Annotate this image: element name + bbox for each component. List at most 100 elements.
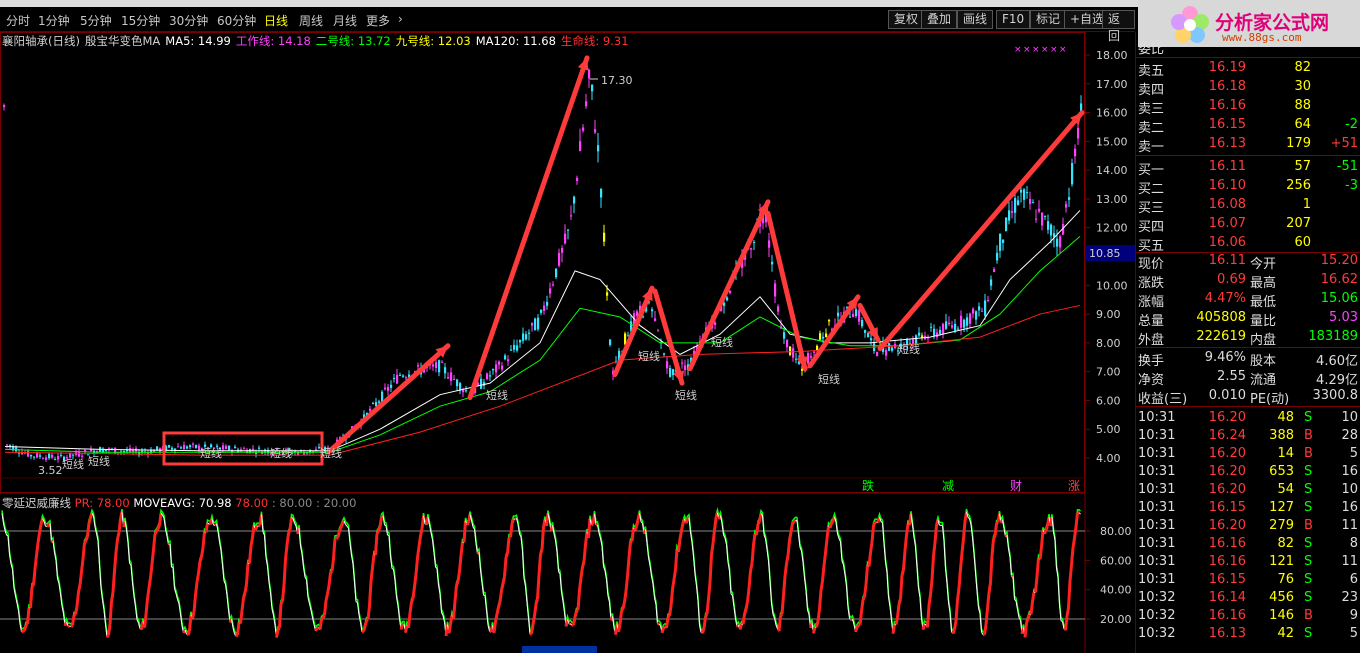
pr-up-segment xyxy=(855,624,860,629)
tick-price: 16.24 xyxy=(1208,428,1246,443)
pr-up-segment xyxy=(705,598,710,615)
indicator-name: 殷宝华变色MA xyxy=(84,34,161,48)
ask-row-2: 卖三 16.16 88 xyxy=(1136,98,1360,117)
pr-up-segment xyxy=(783,563,788,577)
pr-up-segment xyxy=(792,519,797,523)
pr-up-segment xyxy=(672,569,677,580)
pr-up-segment xyxy=(861,596,866,601)
candle-body xyxy=(522,333,525,341)
bid-volume: 1 xyxy=(1302,197,1311,212)
candle-body xyxy=(681,362,684,364)
toolbar-button-1[interactable]: 叠加 xyxy=(921,10,958,29)
period-tab-2[interactable]: 5分钟 xyxy=(80,12,112,29)
toolbar-button-6[interactable]: 返回 xyxy=(1102,10,1135,43)
toolbar-button-4[interactable]: 标记 xyxy=(1030,10,1067,29)
sub-levels: : 80.00 : 20.00 xyxy=(271,496,357,510)
tick-row-3: 10:31 16.20 653 S 16 xyxy=(1136,464,1360,482)
pr-up-segment xyxy=(362,625,367,632)
pr-up-segment xyxy=(329,570,334,574)
pr-up-segment xyxy=(927,594,932,606)
pr-up-segment xyxy=(81,542,86,560)
candle-body xyxy=(828,320,831,322)
short-line-label: 短线 xyxy=(88,454,110,468)
toolbar-button-0[interactable]: 复权 xyxy=(888,10,925,29)
period-tab-7[interactable]: 周线 xyxy=(299,12,323,29)
pr-up-segment xyxy=(156,524,161,530)
price-tick-label: 12.00 xyxy=(1096,222,1128,235)
pr-up-segment xyxy=(192,594,197,613)
more-chevron-icon[interactable]: › xyxy=(398,12,403,26)
toolbar-button-2[interactable]: 画线 xyxy=(957,10,994,29)
pr-down-segment xyxy=(1078,512,1081,515)
ask-label: 卖三 xyxy=(1138,102,1165,117)
candle-body xyxy=(45,457,48,460)
pr-up-segment xyxy=(458,555,463,572)
period-tab-9[interactable]: 更多 xyxy=(366,12,390,29)
main-chart-frame xyxy=(0,32,1085,493)
candle-body xyxy=(60,454,63,456)
ask-label: 卖一 xyxy=(1138,140,1165,155)
candle-body xyxy=(1038,208,1041,212)
candle-body xyxy=(750,248,753,250)
pr-up-segment xyxy=(158,513,163,526)
price-tick-label: 18.00 xyxy=(1096,49,1128,62)
toolbar-button-3[interactable]: F10 xyxy=(996,10,1031,29)
pr-up-segment xyxy=(492,621,497,634)
top-marker-icon: × xyxy=(1014,45,1022,55)
period-tab-5[interactable]: 60分钟 xyxy=(217,12,256,29)
pr-up-segment xyxy=(453,585,458,602)
stat-value: 4.47% xyxy=(1204,291,1246,306)
pr-up-segment xyxy=(416,546,421,558)
ask-price: 16.16 xyxy=(1208,98,1246,113)
pr-up-segment xyxy=(530,624,535,635)
pr-up-segment xyxy=(404,624,409,633)
candle-body xyxy=(3,105,6,108)
pr-up-segment xyxy=(710,543,715,555)
candle-body xyxy=(561,247,564,253)
pr-up-segment xyxy=(449,615,454,625)
period-tab-1[interactable]: 1分钟 xyxy=(38,12,70,29)
candle-body xyxy=(171,447,174,450)
candle-body xyxy=(975,311,978,320)
pr-up-segment xyxy=(789,523,794,533)
pr-up-segment xyxy=(752,533,757,546)
period-tab-0[interactable]: 分时 xyxy=(6,12,30,29)
period-tab-6[interactable]: 日线 xyxy=(264,12,288,29)
candle-body xyxy=(186,446,189,449)
pr-up-segment xyxy=(1023,622,1028,638)
period-tab-3[interactable]: 15分钟 xyxy=(121,12,160,29)
candle-body xyxy=(651,309,654,312)
price-tick-label: 13.00 xyxy=(1096,193,1128,206)
candle-body xyxy=(507,359,510,362)
candle-body xyxy=(549,288,552,294)
pr-up-segment xyxy=(75,591,80,607)
candle-body xyxy=(993,269,996,273)
pr-up-segment xyxy=(830,520,835,525)
pr-up-segment xyxy=(989,555,994,583)
candle-body xyxy=(516,345,519,351)
pr-up-segment xyxy=(590,522,594,527)
candle-body xyxy=(564,233,567,244)
stat-value: 16.62 xyxy=(1320,272,1358,287)
pr-up-segment xyxy=(576,590,581,611)
pr-up-segment xyxy=(501,576,506,585)
pr-up-segment xyxy=(375,530,380,535)
work-line-value: 工作线: 14.18 xyxy=(235,34,311,48)
ask-row-3: 卖二 16.15 64 -2 xyxy=(1136,117,1360,136)
bid-change: -3 xyxy=(1345,178,1358,193)
pr-up-segment xyxy=(140,621,145,630)
stock-name[interactable]: 襄阳轴承(日线) xyxy=(2,34,80,48)
period-tab-4[interactable]: 30分钟 xyxy=(169,12,208,29)
line2-value: 二号线: 13.72 xyxy=(315,34,391,48)
price-tick-label: 14.00 xyxy=(1096,164,1128,177)
tick-count: 11 xyxy=(1341,518,1358,533)
pr-up-segment xyxy=(147,577,152,588)
kline-chart[interactable]: 18.0017.0016.0015.0014.0013.0012.0011.00… xyxy=(0,32,1135,653)
sub-title[interactable]: 零延迟威廉线 xyxy=(2,496,71,510)
pr-up-segment xyxy=(744,601,749,610)
candle-body xyxy=(1011,211,1014,213)
candle-body xyxy=(195,444,198,448)
candle-body xyxy=(777,306,780,312)
period-tab-8[interactable]: 月线 xyxy=(333,12,357,29)
pr-up-segment xyxy=(339,523,344,529)
